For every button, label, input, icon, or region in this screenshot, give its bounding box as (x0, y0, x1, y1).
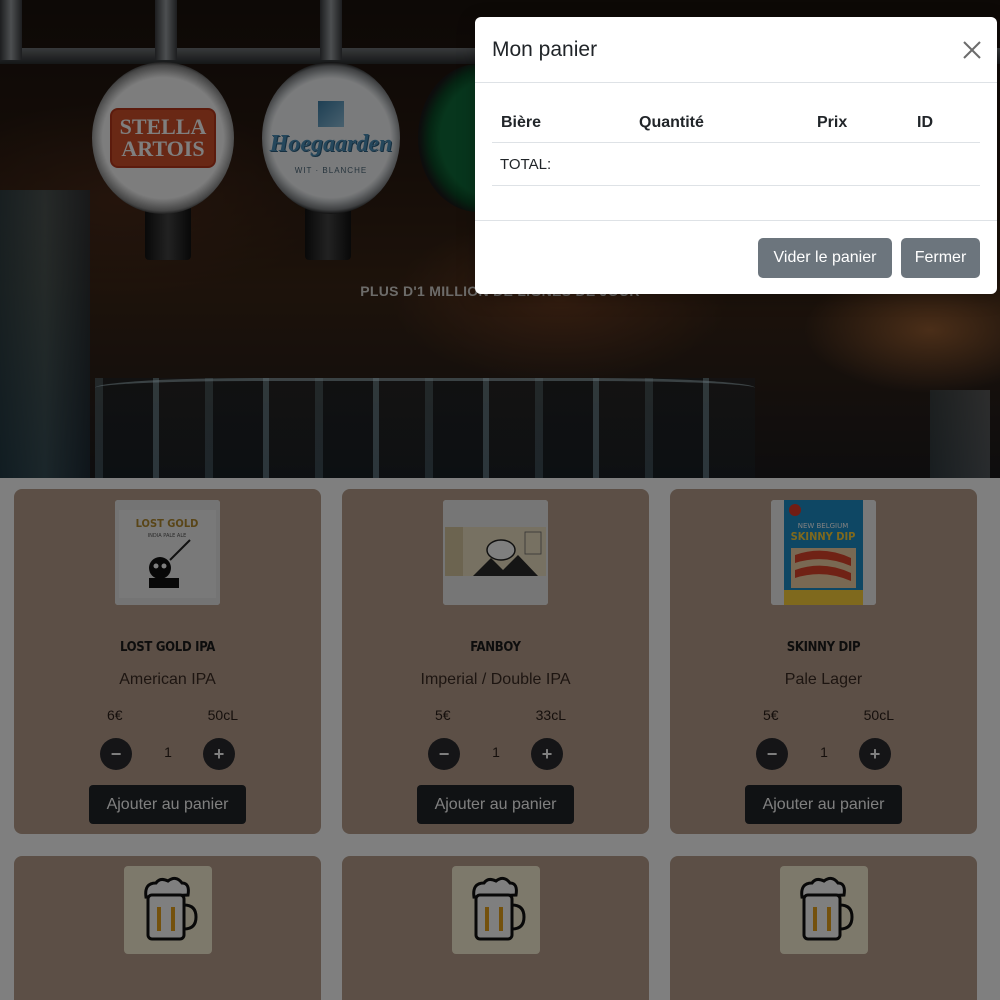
cart-table: Bière Quantité Prix ID TOTAL: (492, 109, 980, 186)
column-header-id: ID (917, 114, 933, 131)
column-header-price: Prix (817, 114, 848, 131)
modal-header: Mon panier (475, 17, 997, 83)
cart-table-header: Bière Quantité Prix ID (492, 109, 980, 143)
cart-modal: Mon panier Bière Quantité Prix ID TOTAL:… (475, 17, 997, 294)
column-header-beer: Bière (501, 114, 542, 131)
total-label: TOTAL: (500, 156, 552, 173)
cart-total-row: TOTAL: (492, 143, 980, 186)
column-header-quantity: Quantité (639, 114, 704, 131)
close-icon[interactable] (961, 39, 983, 61)
clear-cart-button[interactable]: Vider le panier (758, 238, 892, 278)
modal-title: Mon panier (492, 38, 598, 61)
close-button[interactable]: Fermer (901, 238, 980, 278)
modal-footer: Vider le panier Fermer (475, 220, 997, 294)
